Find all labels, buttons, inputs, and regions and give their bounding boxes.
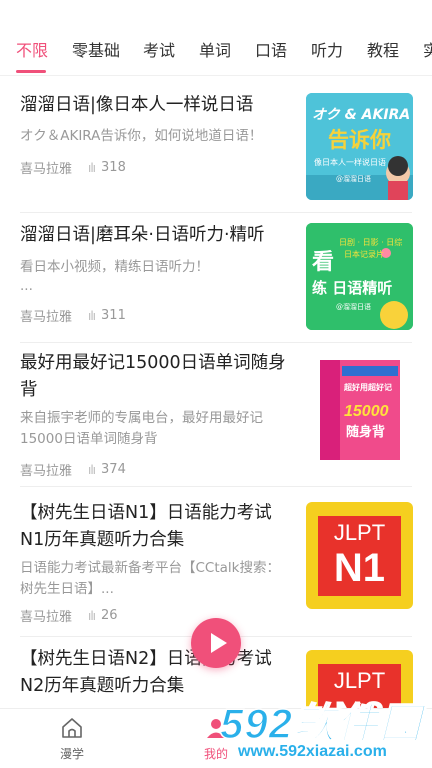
list-item[interactable]: 溜溜日语|磨耳朵·日语听力·精听 看日本小视频，精练日语听力！ ... 喜马拉雅… — [0, 220, 432, 342]
tab-vocabulary[interactable]: 单词 — [199, 40, 231, 62]
album-title: 溜溜日语|磨耳朵·日语听力·精听 — [20, 225, 265, 245]
list-item[interactable]: 溜溜日语|像日本人一样说日语 オク＆AKIRA告诉你，如何说地道日语！ 喜马拉雅… — [0, 90, 432, 212]
author-name: 喜马拉雅 — [20, 162, 73, 177]
category-tabs: 不限 零基础 考试 单词 口语 听力 教程 实 — [0, 0, 432, 76]
cover-text-3: 随身背 — [346, 424, 385, 440]
jlpt-level: N1 — [333, 546, 386, 590]
cover-text-2: 告诉你 — [328, 128, 391, 152]
album-meta: 喜马拉雅 ılı 26 — [20, 606, 118, 625]
tab-beginner[interactable]: 零基础 — [72, 40, 120, 62]
author-name: 喜马拉雅 — [20, 464, 73, 479]
jlpt-label: JLPT — [333, 520, 386, 545]
album-cover: オク & AKIRA 告诉你 像日本人一样说日语 @溜溜日语 — [306, 93, 413, 200]
nav-label-learn: 漫学 — [59, 747, 84, 761]
play-count: 318 — [101, 160, 126, 175]
list-item[interactable]: 最好用最好记15000日语单词随身背 来自振宇老师的专属电台，最好用最好记150… — [0, 348, 432, 484]
divider — [20, 486, 412, 487]
album-cover: 超好用超好记 15000 随身背 — [306, 356, 413, 463]
cover-text-1: 看 — [312, 250, 334, 275]
play-icon — [211, 633, 227, 653]
cover-text-5: @溜溜日语 — [336, 302, 371, 311]
cover-text-4: 练 日语精听 — [312, 279, 392, 297]
nav-item-learn[interactable]: 漫学 — [42, 717, 102, 762]
album-cover: 看 日剧 · 日影 · 日综 日本记录片 练 日语精听 @溜溜日语 — [306, 223, 413, 330]
jlpt-badge: JLPT N1 — [318, 516, 401, 596]
album-description: 看日本小视频，精练日语听力！ — [20, 259, 209, 275]
play-count-icon: ılı — [88, 462, 96, 477]
tab-all[interactable]: 不限 — [16, 40, 48, 62]
cover-text-1: 超好用超好记 — [343, 382, 392, 392]
tab-listening[interactable]: 听力 — [311, 40, 343, 62]
cover-text-2: 日剧 · 日影 · 日综 — [339, 237, 402, 247]
cover-text-3: 像日本人一样说日语 — [314, 157, 386, 167]
play-count-icon: ılı — [88, 308, 96, 323]
watermark: 592软件园 www.592xiazai.com — [212, 686, 432, 768]
album-description: オク＆AKIRA告诉你，如何说地道日语！ — [20, 128, 263, 144]
watermark-logo: 592软件园 — [219, 699, 423, 748]
tab-more[interactable]: 实 — [423, 40, 432, 62]
home-icon — [62, 718, 82, 738]
play-count-icon: ılı — [88, 160, 96, 175]
author-name: 喜马拉雅 — [20, 310, 73, 325]
cover-text-4: @溜溜日语 — [336, 174, 371, 183]
album-meta: 喜马拉雅 ılı 311 — [20, 306, 126, 325]
cover-text-3: 日本记录片 — [344, 249, 384, 259]
album-title: 【树先生日语N1】日语能力考试N1历年真题听力合集 — [20, 503, 272, 550]
album-description: 来自振宇老师的专属电台，最好用最好记15000日语单词随身背 — [20, 410, 263, 447]
author-name: 喜马拉雅 — [20, 610, 73, 625]
play-button[interactable] — [191, 618, 241, 668]
play-count-icon: ılı — [88, 608, 96, 623]
album-description-more: ... — [20, 278, 33, 294]
play-count: 374 — [101, 462, 126, 477]
album-meta: 喜马拉雅 ılı 318 — [20, 158, 126, 177]
divider — [20, 342, 412, 343]
watermark-url: www.592xiazai.com — [238, 743, 387, 760]
cover-text-1: オク & AKIRA — [312, 107, 410, 123]
tab-tutorial[interactable]: 教程 — [367, 40, 399, 62]
active-tab-indicator — [16, 70, 46, 73]
tab-speaking[interactable]: 口语 — [255, 40, 287, 62]
album-cover: JLPT N1 — [306, 502, 413, 609]
play-count: 26 — [101, 608, 118, 623]
album-title: 溜溜日语|像日本人一样说日语 — [20, 95, 254, 115]
play-count: 311 — [101, 308, 126, 323]
list-item[interactable]: 【树先生日语N1】日语能力考试N1历年真题听力合集 日语能力考试最新备考平台【C… — [0, 496, 432, 630]
cover-text-2: 15000 — [344, 403, 389, 420]
album-title: 最好用最好记15000日语单词随身背 — [20, 353, 286, 400]
tab-exam[interactable]: 考试 — [143, 40, 175, 62]
album-description: 日语能力考试最新备考平台【CCtalk搜索：树先生日语】... — [20, 560, 280, 597]
album-meta: 喜马拉雅 ılı 374 — [20, 460, 126, 479]
divider — [20, 212, 412, 213]
